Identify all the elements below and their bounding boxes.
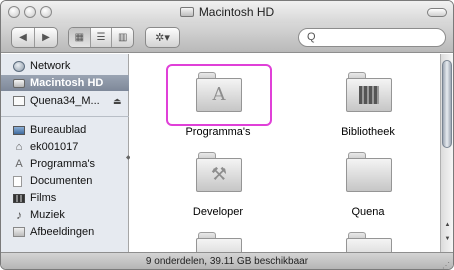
search-field[interactable]: Q: [298, 28, 446, 47]
sidebar-item-label: Macintosh HD: [30, 77, 104, 89]
scroll-down-arrow-icon[interactable]: ▼: [442, 236, 453, 246]
search-icon: Q: [307, 31, 316, 43]
music-icon: ♪: [16, 207, 22, 222]
folder-quena[interactable]: Quena: [313, 142, 423, 222]
action-menu-button[interactable]: ✲▾: [145, 27, 180, 48]
toolbar: ◀ ▶ ▦ ☰ ▥ ✲▾ Q: [1, 23, 453, 53]
sidebar-item-bureaublad[interactable]: Bureaublad: [1, 122, 129, 138]
hard-disk-icon: [179, 7, 194, 17]
sidebar-item-label: Documenten: [30, 175, 93, 187]
window-title-text: Macintosh HD: [198, 5, 275, 19]
folder-icon: [346, 232, 392, 252]
folder-bibliotheek[interactable]: Bibliotheek: [313, 62, 423, 142]
search-input[interactable]: [321, 31, 439, 44]
status-bar: 9 onderdelen, 39.11 GB beschikbaar ⋰: [1, 252, 453, 269]
folder-label: Bibliotheek: [341, 126, 395, 138]
window-title: Macintosh HD: [1, 5, 453, 19]
sidebar-item-label: Quena34_M...: [30, 95, 100, 107]
sidebar-item-label: Network: [30, 60, 71, 72]
icon-view-icon: ▦: [74, 32, 85, 43]
applications-icon: A: [15, 157, 23, 170]
globe-icon: [13, 60, 25, 72]
back-forward-control: ◀ ▶: [11, 27, 58, 48]
vertical-scrollbar[interactable]: ▲ ▼: [440, 54, 453, 252]
folder-label: Developer: [192, 206, 244, 218]
forward-button[interactable]: ▶: [34, 28, 57, 47]
sidebar-item-programmas[interactable]: A Programma's: [1, 156, 129, 172]
status-text: 9 onderdelen, 39.11 GB beschikbaar: [145, 256, 309, 267]
gear-icon: ✲▾: [155, 32, 170, 44]
toolbar-toggle-button[interactable]: [427, 8, 447, 17]
icon-view: A Programma's Bibliotheek ⚒ Developer Qu…: [130, 54, 440, 252]
plain-folder-icon: [346, 152, 392, 192]
list-view-icon: ☰: [96, 32, 106, 43]
scrollbar-thumb[interactable]: [442, 60, 452, 148]
finder-window: Macintosh HD ◀ ▶ ▦ ☰ ▥ ✲▾ Q Network Maci…: [0, 0, 454, 270]
sidebar-item-label: Bureaublad: [30, 124, 87, 136]
sidebar-item-quena34[interactable]: Quena34_M... ⏏: [1, 93, 129, 109]
sidebar-item-films[interactable]: Films: [1, 190, 129, 206]
resize-grip-icon[interactable]: ⋰: [442, 257, 450, 269]
sidebar-item-macintosh-hd[interactable]: Macintosh HD: [1, 75, 129, 91]
document-icon: [13, 175, 22, 187]
sidebar-item-label: Afbeeldingen: [30, 226, 95, 238]
folder-programmas[interactable]: A Programma's: [163, 62, 273, 142]
view-mode-control: ▦ ☰ ▥: [68, 27, 134, 48]
folder-label: Quena: [351, 206, 385, 218]
scroll-up-arrow-icon[interactable]: ▲: [442, 222, 453, 232]
sidebar-item-ek001017[interactable]: ⌂ ek001017: [1, 139, 129, 155]
eject-icon[interactable]: ⏏: [113, 96, 122, 107]
disk-icon: [13, 96, 25, 106]
folder-label: Programma's: [185, 126, 251, 138]
sidebar-divider: [1, 116, 129, 117]
sidebar-item-label: Films: [30, 192, 57, 204]
forward-arrow-icon: ▶: [42, 32, 50, 43]
column-view-icon: ▥: [117, 32, 128, 43]
film-icon: [13, 193, 25, 203]
sidebar: Network Macintosh HD Quena34_M... ⏏ Bure…: [1, 54, 131, 252]
back-arrow-icon: ◀: [19, 32, 27, 43]
folder-developer[interactable]: ⚒ Developer: [163, 142, 273, 222]
applications-emblem: A: [212, 84, 226, 105]
column-view-button[interactable]: ▥: [111, 28, 133, 47]
folder-icon: [196, 232, 242, 252]
sidebar-item-documenten[interactable]: Documenten: [1, 173, 129, 189]
books-emblem: [359, 86, 379, 104]
folder-partial[interactable]: [313, 222, 423, 252]
hammer-emblem: ⚒: [210, 164, 228, 185]
developer-folder-icon: ⚒: [196, 152, 242, 192]
sidebar-item-muziek[interactable]: ♪ Muziek: [1, 207, 129, 223]
list-view-button[interactable]: ☰: [89, 28, 112, 47]
sidebar-item-label: Programma's: [30, 158, 96, 170]
home-icon: ⌂: [15, 140, 23, 153]
sidebar-item-label: ek001017: [30, 141, 79, 153]
folder-partial[interactable]: [163, 222, 273, 252]
desktop-icon: [13, 125, 25, 135]
applications-folder-icon: A: [196, 72, 242, 112]
pictures-icon: [13, 227, 25, 237]
title-bar: Macintosh HD: [1, 1, 453, 23]
back-button[interactable]: ◀: [12, 28, 34, 47]
hard-disk-icon: [13, 78, 25, 88]
sidebar-item-afbeeldingen[interactable]: Afbeeldingen: [1, 224, 129, 240]
sidebar-item-label: Muziek: [30, 209, 65, 221]
sidebar-item-network[interactable]: Network: [1, 58, 129, 74]
library-folder-icon: [346, 72, 392, 112]
icon-view-button[interactable]: ▦: [69, 28, 90, 47]
